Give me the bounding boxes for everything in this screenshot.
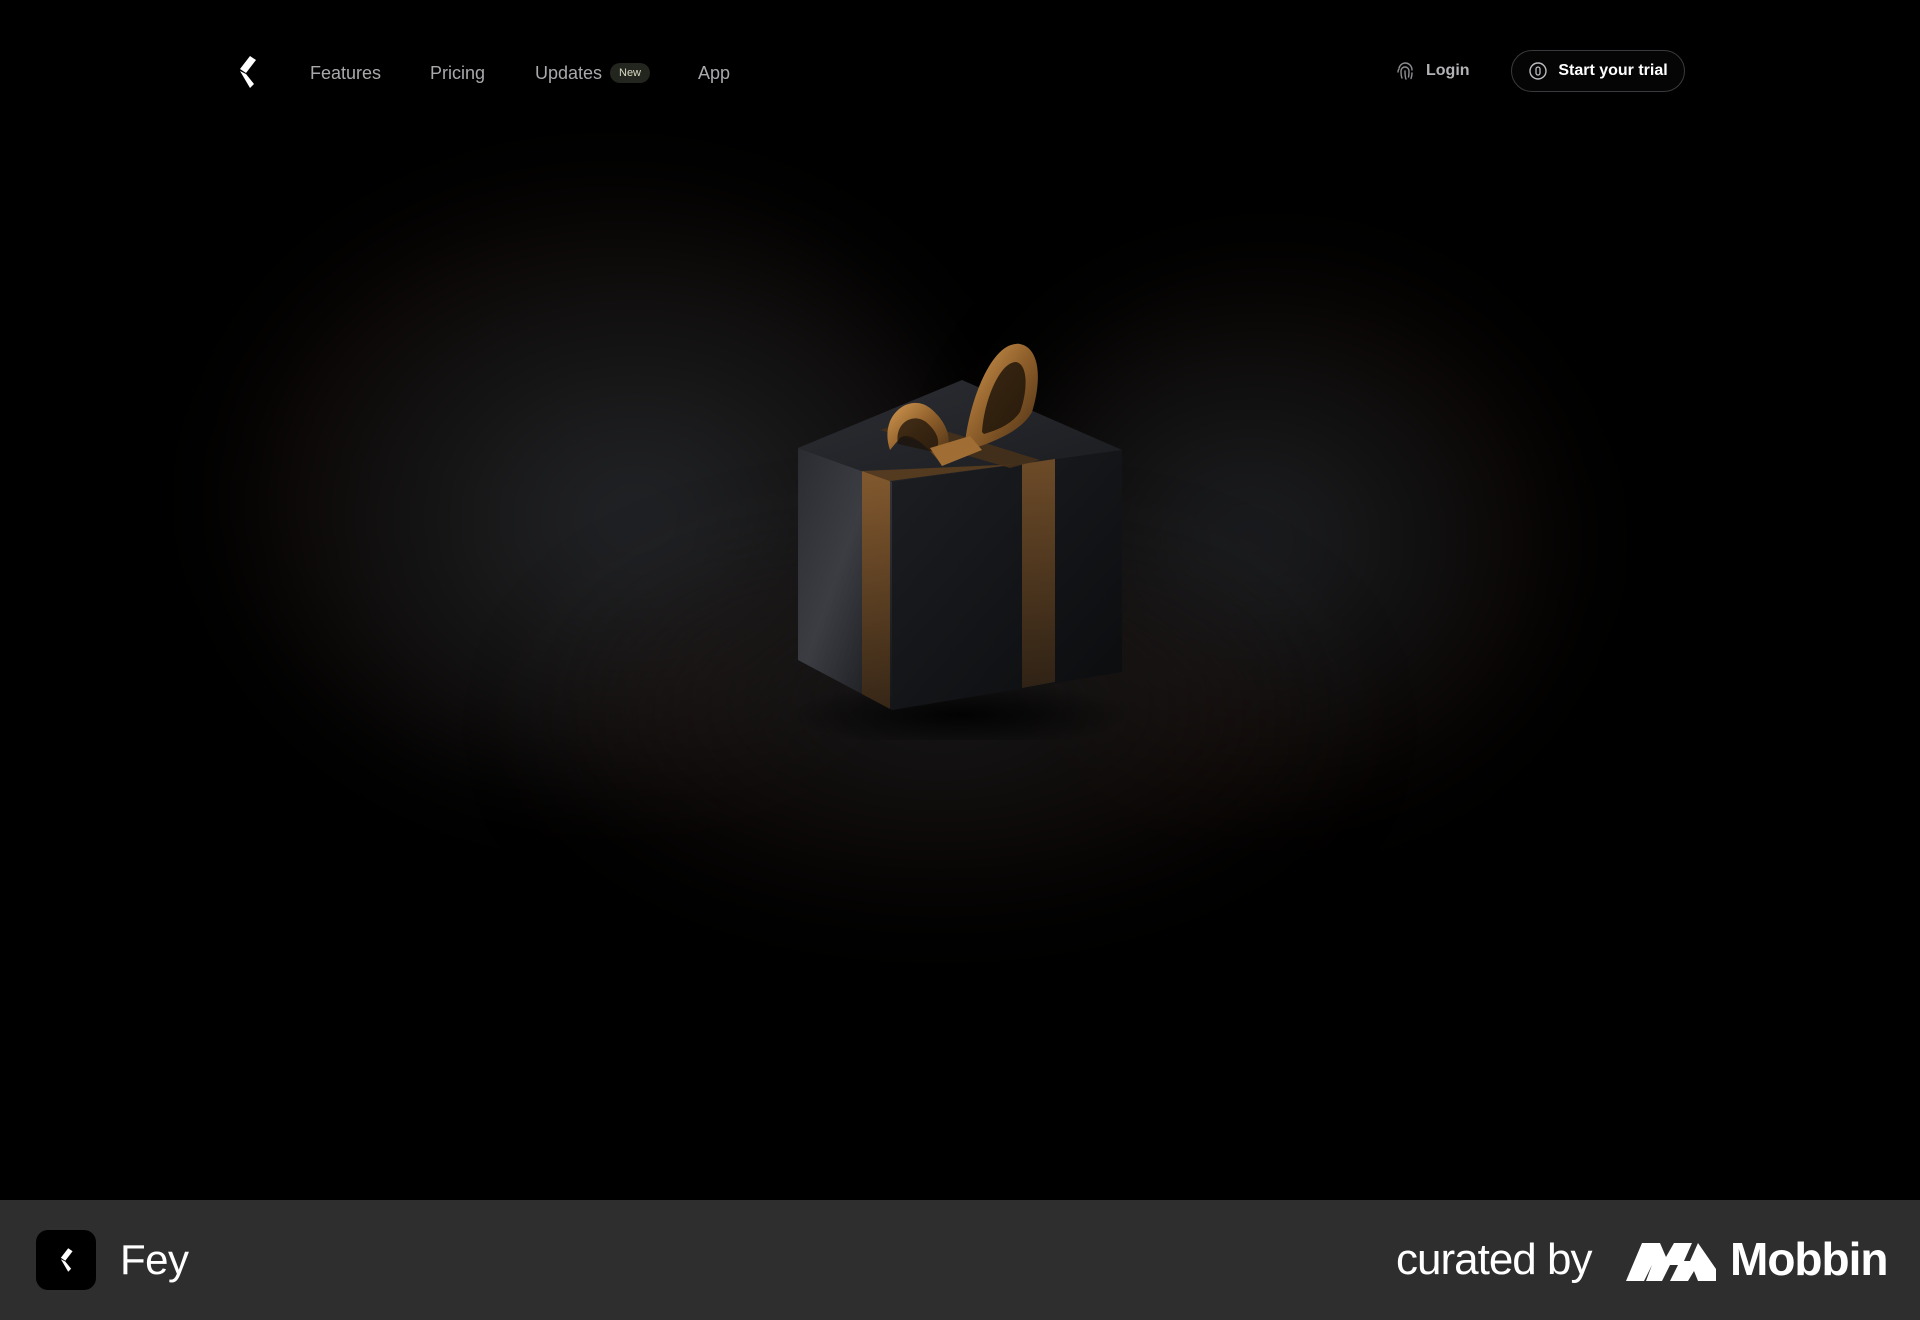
nav-link-updates[interactable]: Updates (535, 62, 602, 84)
top-navigation: Features Pricing Updates New App Login S… (0, 0, 1920, 145)
fey-logo-icon[interactable] (232, 54, 262, 90)
mobbin-brand-name: Mobbin (1730, 1233, 1888, 1285)
login-label: Login (1426, 62, 1470, 79)
start-trial-label: Start your trial (1558, 62, 1668, 79)
nav-link-pricing[interactable]: Pricing (430, 62, 485, 84)
shield-icon (1529, 62, 1548, 80)
nav-link-app[interactable]: App (698, 62, 730, 84)
start-trial-button[interactable]: Start your trial (1511, 50, 1685, 92)
nav-link-features[interactable]: Features (310, 62, 381, 84)
curated-by-label: curated by (1396, 1235, 1592, 1284)
gift-box-illustration (790, 343, 1130, 740)
attribution-bar: Fey curated by Mobbin (0, 1200, 1920, 1320)
new-badge: New (610, 63, 651, 83)
fingerprint-icon (1397, 62, 1413, 80)
hero-section: Features Pricing Updates New App Login S… (0, 0, 1920, 1200)
mobbin-logo-icon (1626, 1243, 1716, 1281)
app-name: Fey (120, 1236, 189, 1283)
fey-logo-icon (60, 1248, 73, 1272)
login-button[interactable]: Login (1394, 58, 1470, 84)
fey-app-icon (36, 1230, 96, 1290)
